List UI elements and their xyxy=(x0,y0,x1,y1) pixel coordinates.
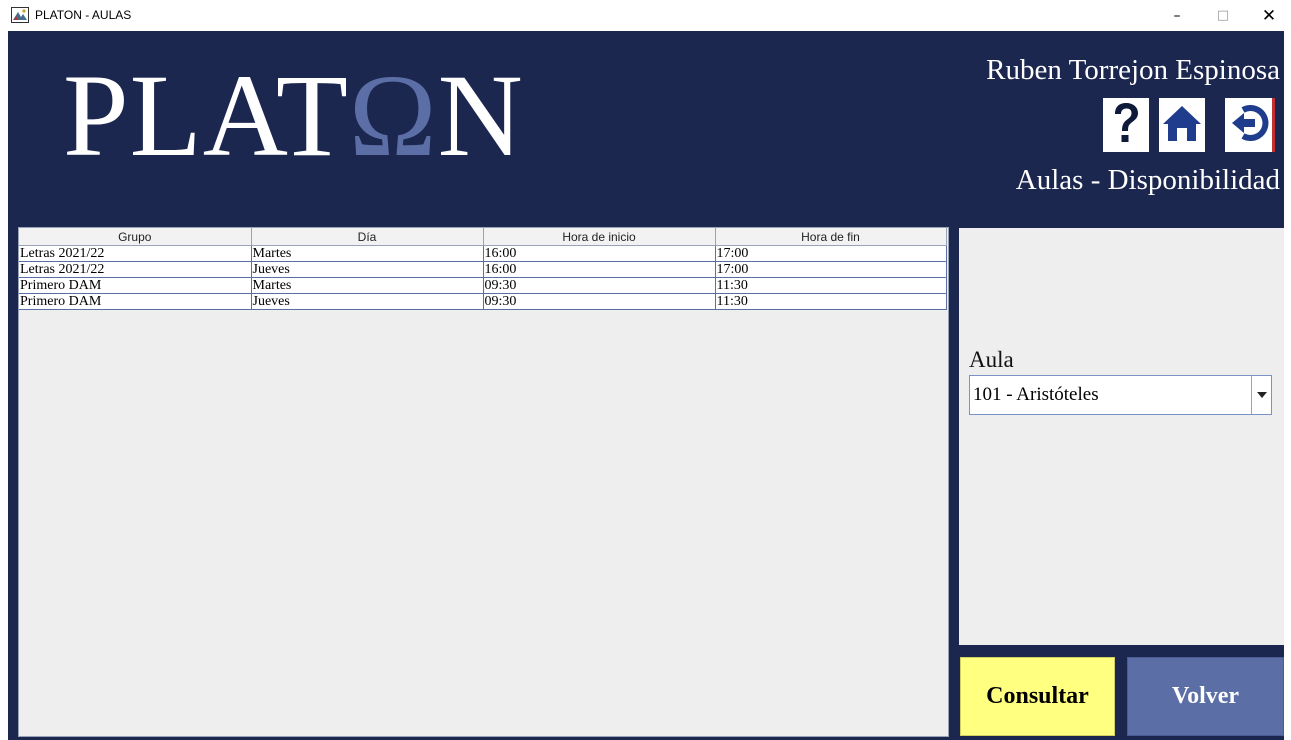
cell-hora-inicio: 09:30 xyxy=(483,277,716,294)
cell-hora-fin: 11:30 xyxy=(715,277,947,294)
app-icon xyxy=(11,7,29,23)
help-button[interactable] xyxy=(1103,98,1149,152)
cell-hora-fin: 17:00 xyxy=(715,261,947,278)
column-header-dia[interactable]: Día xyxy=(251,228,484,246)
table-row[interactable]: Primero DAM Martes 09:30 11:30 xyxy=(19,277,947,294)
aula-selection-panel: Aula 101 - Aristóteles xyxy=(959,228,1284,645)
availability-table[interactable]: Grupo Día Hora de inicio Hora de fin Let… xyxy=(19,228,947,310)
cell-hora-fin: 11:30 xyxy=(715,293,947,310)
cell-hora-inicio: 09:30 xyxy=(483,293,716,310)
volver-button[interactable]: Volver xyxy=(1127,657,1284,736)
window-titlebar: PLATON - AULAS – □ ✕ xyxy=(0,0,1291,31)
cell-dia: Martes xyxy=(251,245,484,262)
section-title: Aulas - Disponibilidad xyxy=(1015,164,1280,196)
logo-suffix: N xyxy=(437,50,524,181)
minimize-button[interactable]: – xyxy=(1154,0,1200,31)
cell-grupo: Letras 2021/22 xyxy=(19,261,252,278)
aula-label: Aula xyxy=(969,347,1014,372)
close-button[interactable]: ✕ xyxy=(1246,0,1291,31)
maximize-button[interactable]: □ xyxy=(1200,0,1246,31)
logout-button[interactable] xyxy=(1225,98,1275,152)
logo-prefix: PLAT xyxy=(63,50,349,181)
logout-icon xyxy=(1228,102,1270,149)
cell-hora-fin: 17:00 xyxy=(715,245,947,262)
platon-logo: PLATΩN xyxy=(63,57,524,175)
cell-dia: Martes xyxy=(251,277,484,294)
help-icon xyxy=(1111,101,1141,150)
home-icon xyxy=(1161,103,1203,148)
column-header-grupo[interactable]: Grupo xyxy=(19,228,252,246)
window-title: PLATON - AULAS xyxy=(35,8,132,22)
cell-hora-inicio: 16:00 xyxy=(483,245,716,262)
user-name: Ruben Torrejon Espinosa xyxy=(986,54,1280,86)
home-button[interactable] xyxy=(1159,98,1205,152)
column-header-hora-inicio[interactable]: Hora de inicio xyxy=(483,228,716,246)
cell-grupo: Letras 2021/22 xyxy=(19,245,252,262)
table-row[interactable]: Letras 2021/22 Martes 16:00 17:00 xyxy=(19,245,947,262)
aula-select[interactable]: 101 - Aristóteles xyxy=(969,375,1272,415)
logo-omega: Ω xyxy=(348,50,438,181)
cell-dia: Jueves xyxy=(251,293,484,310)
cell-grupo: Primero DAM xyxy=(19,277,252,294)
aula-selected-value: 101 - Aristóteles xyxy=(973,384,1099,405)
table-row[interactable]: Letras 2021/22 Jueves 16:00 17:00 xyxy=(19,261,947,278)
cell-hora-inicio: 16:00 xyxy=(483,261,716,278)
app-frame: PLATΩN Ruben Torrejon Espinosa Aulas - D… xyxy=(8,31,1284,740)
table-header-row: Grupo Día Hora de inicio Hora de fin xyxy=(19,228,947,246)
column-header-hora-fin[interactable]: Hora de fin xyxy=(715,228,947,246)
consultar-button[interactable]: Consultar xyxy=(960,657,1115,736)
dropdown-arrow-icon[interactable] xyxy=(1251,376,1271,414)
table-row[interactable]: Primero DAM Jueves 09:30 11:30 xyxy=(19,293,947,310)
cell-grupo: Primero DAM xyxy=(19,293,252,310)
cell-dia: Jueves xyxy=(251,261,484,278)
availability-table-panel[interactable]: Grupo Día Hora de inicio Hora de fin Let… xyxy=(18,227,949,737)
